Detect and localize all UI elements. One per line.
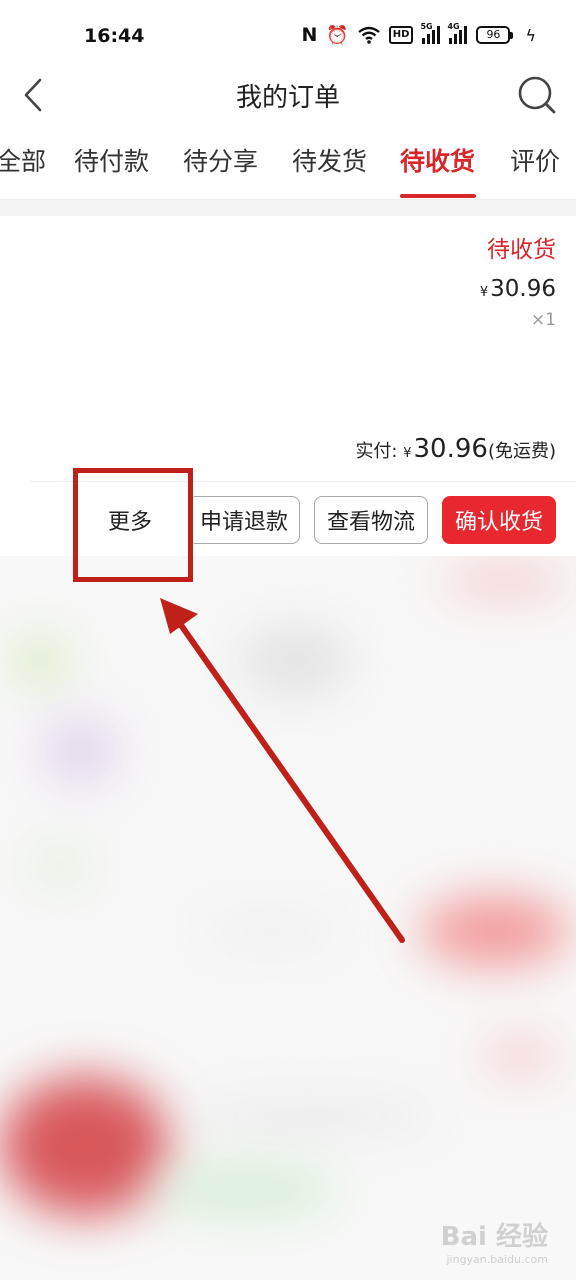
wifi-icon xyxy=(358,26,380,44)
request-refund-button[interactable]: 申请退款 xyxy=(188,496,300,544)
paid-currency-symbol: ¥ xyxy=(403,446,412,461)
watermark-logo: Bai 经验 xyxy=(440,1222,548,1252)
paid-total: 实付: ¥30.96(免运费) xyxy=(355,434,556,464)
item-price-value: 30.96 xyxy=(490,276,556,302)
search-icon xyxy=(518,76,556,114)
battery-icon: 96 xyxy=(476,26,514,44)
tab-review[interactable]: 评价 xyxy=(510,142,560,178)
paid-amount: 30.96 xyxy=(413,434,488,464)
search-button[interactable] xyxy=(516,74,558,116)
blurred-order-list xyxy=(0,556,576,1280)
tab-pending-receipt[interactable]: 待收货 xyxy=(400,142,475,178)
status-time: 16:44 xyxy=(84,25,145,47)
status-icons: N ⏰ HD 5G 4G 96 ϟ xyxy=(301,22,536,46)
tab-all[interactable]: 全部 xyxy=(0,142,46,178)
battery-level: 96 xyxy=(476,26,511,44)
hd-voice-icon: HD xyxy=(388,26,414,44)
signal-5g-icon: 5G xyxy=(420,22,441,44)
active-tab-indicator xyxy=(400,194,476,198)
view-logistics-button[interactable]: 查看物流 xyxy=(314,496,428,544)
page-title: 我的订单 xyxy=(235,83,340,113)
section-gap xyxy=(0,200,576,216)
tab-pending-shipment[interactable]: 待发货 xyxy=(292,142,367,178)
order-tabs: 全部 待付款 待分享 待发货 待收货 评价 xyxy=(0,124,576,200)
signal-4g-icon: 4G xyxy=(447,22,468,44)
charging-icon: ϟ xyxy=(525,25,536,45)
tab-pending-share[interactable]: 待分享 xyxy=(183,142,258,178)
shipping-note: (免运费) xyxy=(487,441,556,462)
confirm-receipt-button[interactable]: 确认收货 xyxy=(442,496,556,544)
nfc-icon: N xyxy=(301,24,318,46)
alarm-icon: ⏰ xyxy=(326,24,349,46)
app-header: 我的订单 xyxy=(0,66,576,124)
paid-label: 实付: xyxy=(355,441,404,462)
annotation-highlight-box xyxy=(73,468,193,582)
watermark: Bai 经验 jingyan.baidu.com xyxy=(441,1216,548,1266)
tab-pending-payment[interactable]: 待付款 xyxy=(74,142,149,178)
order-status: 待收货 xyxy=(487,237,556,263)
status-bar: 16:44 N ⏰ HD 5G 4G 96 ϟ xyxy=(0,0,576,66)
watermark-url: jingyan.baidu.com xyxy=(446,1253,548,1266)
currency-symbol: ¥ xyxy=(479,285,489,300)
item-price: ¥30.96 xyxy=(480,276,556,302)
item-quantity: ×1 xyxy=(530,310,556,330)
